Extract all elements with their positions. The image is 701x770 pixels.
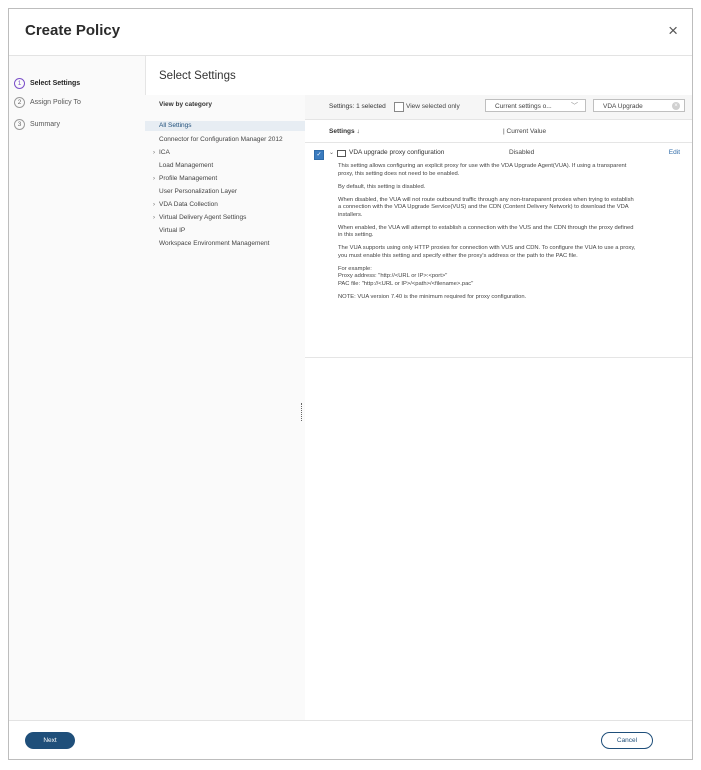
category-user-personalization[interactable]: User Personalization Layer	[145, 187, 305, 197]
settings-pane: Settings: 1 selected View selected only …	[305, 95, 692, 721]
step-label: Summary	[30, 120, 60, 128]
chevron-right-icon: ›	[153, 202, 155, 208]
setting-name: VDA upgrade proxy configuration	[349, 149, 445, 156]
settings-filter-dropdown[interactable]: Current settings o... ﹀	[485, 99, 586, 112]
category-label: Load Management	[159, 162, 214, 169]
category-label: VDA Data Collection	[159, 201, 218, 208]
dropdown-value: Current settings o...	[495, 103, 552, 110]
dialog-footer: Next Cancel	[9, 720, 692, 759]
category-label: Connector for Configuration Manager 2012	[159, 136, 283, 143]
category-all-settings[interactable]: All Settings	[145, 121, 305, 131]
dialog-title: Create Policy	[25, 22, 121, 39]
category-profile-management[interactable]: › Profile Management	[145, 174, 305, 184]
setting-row: ✓ ⌄ VDA upgrade proxy configuration Disa…	[305, 143, 692, 358]
chevron-right-icon: ›	[153, 176, 155, 182]
step-number: 2	[14, 96, 25, 108]
category-label: All Settings	[159, 122, 192, 129]
cancel-button[interactable]: Cancel	[601, 732, 653, 749]
description-paragraph: When disabled, the VUA will not route ou…	[338, 196, 634, 218]
monitor-icon	[337, 150, 346, 157]
settings-toolbar: Settings: 1 selected View selected only …	[305, 95, 692, 120]
description-note: NOTE: VUA version 7.40 is the minimum re…	[338, 293, 527, 300]
settings-column-header[interactable]: Settings ↓	[329, 128, 360, 135]
category-connector-config-manager[interactable]: Connector for Configuration Manager 2012	[145, 135, 305, 145]
category-label: Virtual Delivery Agent Settings	[159, 214, 247, 221]
view-selected-label: View selected only	[406, 103, 460, 110]
current-value-column-header: | Current Value	[503, 128, 547, 135]
search-value: VDA Upgrade	[603, 103, 643, 110]
category-virtual-ip[interactable]: Virtual IP	[145, 226, 305, 236]
step-number: 3	[14, 118, 25, 130]
wizard-steps: 1 Select Settings 2 Assign Policy To 3 S…	[9, 56, 146, 721]
category-heading: View by category	[159, 101, 212, 108]
setting-current-value: Disabled	[509, 149, 535, 156]
dialog-header: Create Policy ×	[9, 9, 692, 56]
description-paragraph: When enabled, the VUA will attempt to es…	[338, 224, 634, 239]
category-vda-settings[interactable]: › Virtual Delivery Agent Settings	[145, 213, 305, 223]
category-wem[interactable]: Workspace Environment Management	[145, 239, 305, 249]
category-ica[interactable]: › ICA	[145, 148, 305, 158]
category-label: Workspace Environment Management	[159, 240, 270, 247]
description-example-proxy: Proxy address: "http://<URL or IP>:<port…	[338, 273, 448, 279]
close-icon[interactable]: ×	[668, 21, 678, 41]
search-input[interactable]: VDA Upgrade ×	[593, 99, 685, 112]
column-headers: Settings ↓ | Current Value	[305, 120, 692, 143]
category-label: Virtual IP	[159, 227, 186, 234]
chevron-right-icon: ›	[153, 150, 155, 156]
step-select-settings[interactable]: 1 Select Settings	[14, 76, 80, 90]
category-label: Profile Management	[159, 175, 218, 182]
description-paragraph: By default, this setting is disabled.	[338, 183, 426, 190]
chevron-down-icon: ﹀	[571, 103, 578, 110]
step-summary[interactable]: 3 Summary	[14, 117, 60, 131]
edit-link[interactable]: Edit	[669, 149, 680, 156]
step-label: Select Settings	[30, 79, 81, 87]
category-vda-data-collection[interactable]: › VDA Data Collection	[145, 200, 305, 210]
category-label: ICA	[159, 149, 170, 156]
clear-search-icon[interactable]: ×	[672, 102, 680, 110]
step-assign-policy[interactable]: 2 Assign Policy To	[14, 95, 81, 109]
description-paragraph: This setting allows configuring an expli…	[338, 163, 627, 177]
category-pane: View by category All Settings Connector …	[145, 95, 306, 721]
pane-splitter[interactable]	[301, 403, 304, 421]
view-selected-checkbox[interactable]	[394, 102, 404, 112]
section-title: Select Settings	[159, 70, 236, 82]
chevron-down-icon[interactable]: ⌄	[329, 149, 334, 156]
category-load-management[interactable]: Load Management	[145, 161, 305, 171]
description-paragraph: The VUA supports using only HTTP proxies…	[338, 245, 636, 259]
next-button[interactable]: Next	[25, 732, 75, 749]
description-example-pac: PAC file: "http://<URL or IP>/<path>/<fi…	[338, 280, 474, 287]
chevron-right-icon: ›	[153, 215, 155, 221]
setting-checkbox[interactable]: ✓	[314, 150, 324, 160]
create-policy-dialog: Create Policy × 1 Select Settings 2 Assi…	[8, 8, 693, 760]
selected-count: Settings: 1 selected	[329, 103, 386, 110]
description-example-heading: For example:	[338, 265, 372, 272]
setting-description: This setting allows configuring an expli…	[338, 163, 638, 307]
step-number: 1	[14, 77, 25, 89]
category-label: User Personalization Layer	[159, 188, 238, 195]
step-label: Assign Policy To	[30, 98, 81, 106]
